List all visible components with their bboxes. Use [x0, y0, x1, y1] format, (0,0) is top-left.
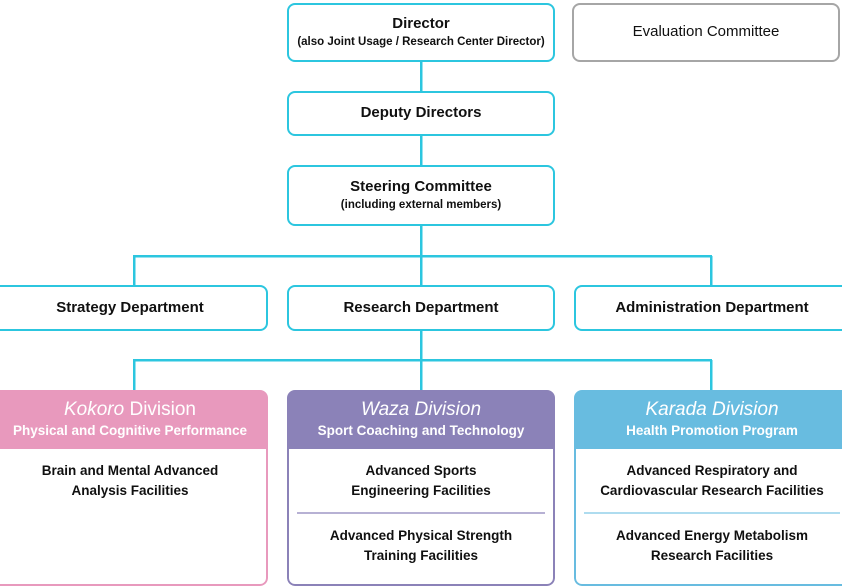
division-card-kokoro[interactable]: Kokoro Division Physical and Cognitive P… — [0, 390, 268, 586]
node-director[interactable]: Director (also Joint Usage / Research Ce… — [287, 3, 555, 62]
kokoro-body: Brain and Mental Advanced Analysis Facil… — [0, 449, 268, 586]
steering-committee-subtitle: (including external members) — [340, 199, 502, 212]
waza-facility-1: Advanced Sports Engineering Facilities — [351, 463, 491, 498]
kokoro-name-italic: Kokoro — [63, 399, 125, 420]
strategy-department-title: Strategy Department — [56, 298, 204, 316]
kokoro-subtitle: Physical and Cognitive Performance — [12, 422, 248, 438]
deputy-directors-title: Deputy Directors — [360, 104, 482, 122]
waza-subtitle: Sport Coaching and Technology — [317, 422, 525, 438]
division-card-karada[interactable]: Karada Division Health Promotion Program… — [574, 390, 842, 586]
karada-facility-1: Advanced Respiratory and Cardiovascular … — [600, 463, 824, 498]
waza-facility-2: Advanced Physical Strength Training Faci… — [297, 512, 545, 577]
research-department-title: Research Department — [343, 298, 499, 316]
division-card-waza[interactable]: Waza Division Sport Coaching and Technol… — [287, 390, 555, 586]
kokoro-facility-1: Brain and Mental Advanced Analysis Facil… — [41, 463, 219, 498]
kokoro-name: Kokoro Division — [0, 399, 262, 421]
node-strategy-department[interactable]: Strategy Department — [0, 285, 268, 331]
org-chart: Director (also Joint Usage / Research Ce… — [0, 0, 842, 586]
administration-department-title: Administration Department — [615, 298, 809, 316]
node-research-department[interactable]: Research Department — [287, 285, 555, 331]
node-evaluation-committee[interactable]: Evaluation Committee — [572, 3, 840, 62]
director-subtitle: (also Joint Usage / Research Center Dire… — [297, 36, 545, 49]
node-deputy-directors[interactable]: Deputy Directors — [287, 91, 555, 136]
steering-committee-title: Steering Committee — [350, 178, 492, 196]
waza-name-italic: Waza Division — [360, 399, 482, 420]
karada-body: Advanced Respiratory and Cardiovascular … — [574, 449, 842, 586]
waza-name: Waza Division — [293, 399, 549, 421]
waza-body: Advanced Sports Engineering Facilities A… — [287, 449, 555, 586]
kokoro-name-rest: Division — [124, 399, 196, 420]
node-administration-department[interactable]: Administration Department — [574, 285, 842, 331]
waza-header: Waza Division Sport Coaching and Technol… — [287, 390, 555, 450]
director-title: Director — [392, 15, 450, 33]
karada-name: Karada Division — [580, 399, 842, 421]
evaluation-committee-title: Evaluation Committee — [632, 23, 780, 41]
karada-subtitle: Health Promotion Program — [626, 422, 798, 438]
kokoro-header: Kokoro Division Physical and Cognitive P… — [0, 390, 268, 450]
karada-header: Karada Division Health Promotion Program — [574, 390, 842, 450]
karada-name-italic: Karada Division — [645, 399, 779, 420]
karada-facility-2: Advanced Energy Metabolism Research Faci… — [584, 512, 840, 577]
node-steering-committee[interactable]: Steering Committee (including external m… — [287, 165, 555, 226]
